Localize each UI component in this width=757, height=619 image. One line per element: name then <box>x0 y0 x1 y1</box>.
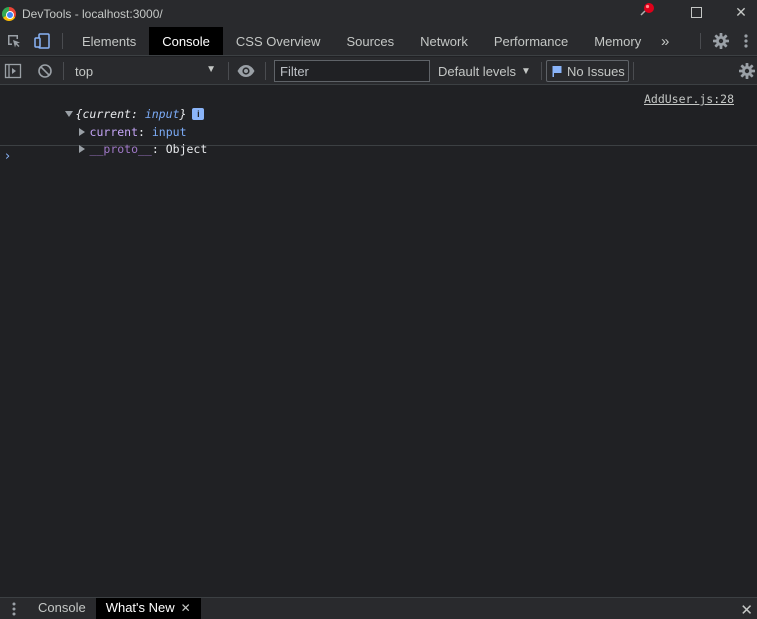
log-levels-select[interactable]: Default levels ▼ <box>438 60 531 82</box>
settings-button[interactable] <box>707 27 735 55</box>
console-output: {current: input} i AddUser.js:28 current:… <box>0 86 757 597</box>
console-settings-icon <box>739 63 755 79</box>
close-drawer-button[interactable]: ✕ <box>740 601 753 619</box>
issues-button[interactable]: No Issues <box>546 60 629 82</box>
window-title-bar: DevTools - localhost:3000/ — ✕ <box>0 0 757 27</box>
devtools-tab-bar: Elements Console CSS Overview Sources Ne… <box>0 27 757 56</box>
drawer-tab-console[interactable]: Console <box>28 598 96 619</box>
tab-sources[interactable]: Sources <box>333 27 407 55</box>
close-window-button[interactable]: ✕ <box>719 0 757 24</box>
tab-network[interactable]: Network <box>407 27 481 55</box>
dropdown-arrow-icon: ▼ <box>521 65 531 77</box>
chrome-icon <box>2 6 16 21</box>
toolbar-divider <box>541 62 542 80</box>
tab-performance[interactable]: Performance <box>481 27 581 55</box>
tab-css-overview[interactable]: CSS Overview <box>223 27 334 55</box>
maximize-icon <box>690 6 702 18</box>
clear-console-icon <box>38 64 52 78</box>
show-sidebar-button[interactable] <box>4 62 22 80</box>
toolbar-divider <box>633 62 634 80</box>
toolbar-divider <box>700 33 701 49</box>
toolbar-divider <box>62 33 63 49</box>
toolbar-divider <box>228 62 229 80</box>
toolbar-divider <box>265 62 266 80</box>
js-context-select[interactable]: top ▼ <box>68 60 224 82</box>
tab-console[interactable]: Console <box>149 27 223 55</box>
device-toolbar-button[interactable] <box>28 27 56 55</box>
drawer-menu-icon <box>12 602 16 615</box>
collapse-triangle-icon <box>78 145 85 153</box>
settings-icon <box>713 33 729 49</box>
close-icon: ✕ <box>735 3 747 20</box>
log-levels-label: Default levels <box>438 63 517 79</box>
live-expression-button[interactable] <box>236 62 256 80</box>
tab-memory[interactable]: Memory <box>581 27 654 55</box>
filter-input[interactable] <box>274 60 430 82</box>
object-property[interactable]: __proto__: Object <box>37 128 207 170</box>
tab-elements[interactable]: Elements <box>69 27 149 55</box>
console-message: {current: input} i AddUser.js:28 current:… <box>0 86 757 156</box>
device-toolbar-icon <box>34 33 50 49</box>
info-icon[interactable]: i <box>192 108 205 120</box>
customize-menu-button[interactable] <box>735 27 757 55</box>
dropdown-arrow-icon: ▼ <box>206 64 216 75</box>
eye-icon <box>237 65 255 77</box>
clear-console-button[interactable] <box>36 62 54 80</box>
issues-label: No Issues <box>567 63 625 79</box>
inspect-icon <box>8 35 20 48</box>
inspect-element-button[interactable] <box>0 27 28 55</box>
maximize-button[interactable] <box>674 0 718 24</box>
double-chevron-icon: » <box>661 32 670 50</box>
console-settings-button[interactable] <box>738 62 756 80</box>
drawer-tab-bar: Console What's New ✕ ✕ <box>0 597 757 619</box>
console-toolbar: top ▼ Default levels ▼ No Issues <box>0 57 757 85</box>
flag-icon <box>552 66 562 77</box>
close-tab-icon[interactable]: ✕ <box>181 597 191 619</box>
source-link[interactable]: AddUser.js:28 <box>644 92 734 106</box>
context-value: top <box>75 63 94 79</box>
window-title: DevTools - localhost:3000/ <box>22 6 163 21</box>
more-tabs-button[interactable]: » <box>654 27 676 55</box>
drawer-tab-whats-new[interactable]: What's New ✕ <box>95 597 201 619</box>
kebab-menu-icon <box>744 34 748 48</box>
minimize-button[interactable]: — <box>620 0 664 24</box>
console-prompt[interactable]: › <box>5 149 10 164</box>
drawer-menu-button[interactable] <box>0 598 28 619</box>
sidebar-toggle-icon <box>4 63 22 79</box>
toolbar-divider <box>63 62 64 80</box>
